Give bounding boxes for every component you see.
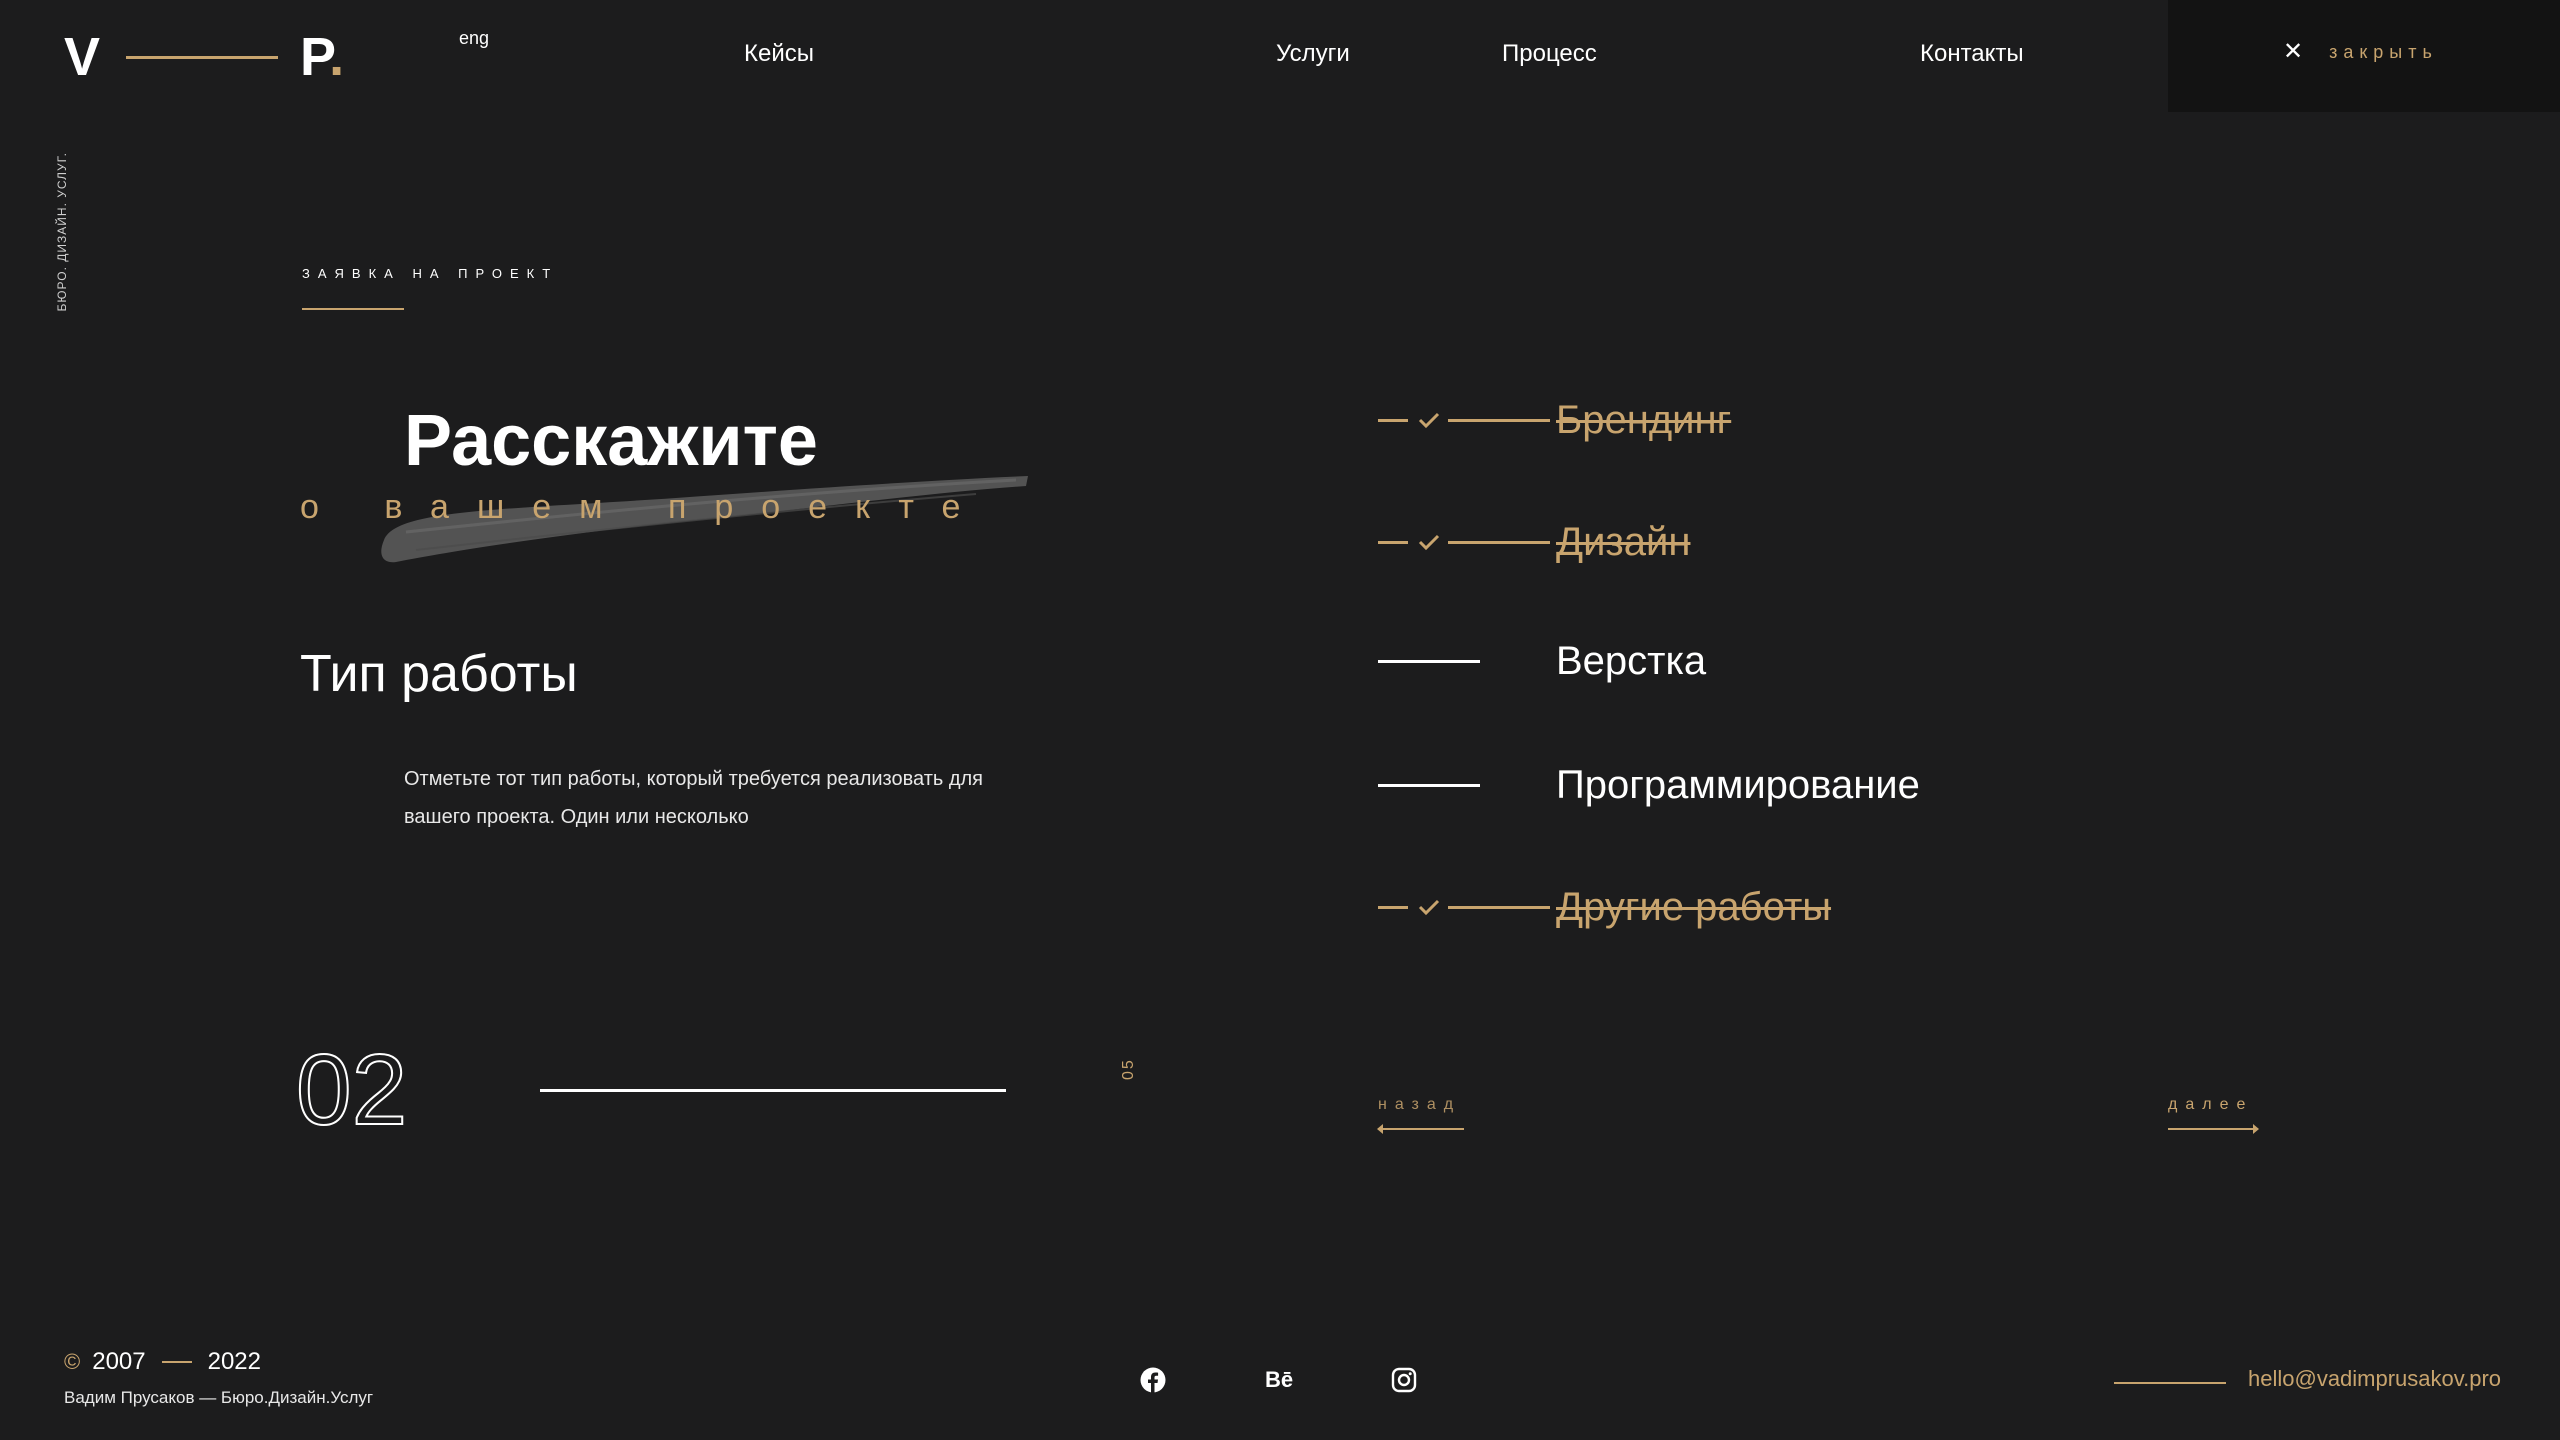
year-dash: [161, 1361, 192, 1363]
progress-line: [540, 1089, 1006, 1092]
footer-subline: Вадим Прусаков — Бюро.Дизайн.Услуг: [64, 1388, 374, 1407]
arrow-right-icon: [2168, 1124, 2259, 1134]
next-label: далее: [2168, 1096, 2254, 1113]
nav-services[interactable]: Услуги: [1276, 40, 1350, 68]
section-title: Тип работы: [300, 645, 578, 703]
year-end: 2022: [207, 1348, 261, 1375]
close-label: закрыть: [2329, 41, 2438, 62]
option-design[interactable]: Дизайн: [1378, 512, 1690, 572]
logo-letter-v: V: [64, 27, 101, 87]
facebook-icon[interactable]: [1139, 1366, 1167, 1394]
back-button[interactable]: назад: [1377, 1096, 1464, 1134]
logo-line: [126, 55, 279, 59]
option-programming[interactable]: Программирование: [1378, 755, 1920, 815]
year-start: 2007: [92, 1348, 146, 1375]
option-checked-mark: [1378, 411, 1550, 429]
instagram-icon[interactable]: [1390, 1366, 1418, 1394]
option-dash: [1378, 783, 1480, 787]
option-label: Верстка: [1556, 638, 1707, 683]
page-title: Расскажите: [404, 401, 818, 481]
option-branding[interactable]: Брендинг: [1378, 390, 1731, 450]
section-description: Отметьте тот тип работы, который требует…: [404, 768, 984, 828]
email-line: [2114, 1382, 2226, 1384]
close-button[interactable]: ✕ закрыть: [2283, 40, 2438, 64]
copyright-symbol: ©: [64, 1349, 81, 1374]
arrow-left-icon: [1377, 1124, 1464, 1134]
email-link[interactable]: hello@vadimprusakov.pro: [2248, 1366, 2501, 1392]
copyright: © 2007 2022: [64, 1348, 261, 1376]
language-switch[interactable]: eng: [459, 28, 489, 49]
page-subtitle: о вашем проекте: [300, 488, 989, 526]
next-button[interactable]: далее: [2168, 1096, 2259, 1134]
option-checked-mark: [1378, 898, 1550, 916]
nav-cases[interactable]: Кейсы: [744, 40, 814, 68]
nav-process[interactable]: Процесс: [1502, 40, 1597, 68]
checkmark-icon: [1418, 412, 1440, 429]
option-label: Программирование: [1556, 762, 1920, 807]
checkmark-icon: [1418, 534, 1440, 551]
option-layout[interactable]: Верстка: [1378, 631, 1706, 691]
option-label: Брендинг: [1556, 397, 1732, 442]
logo-letter-p: P.: [300, 27, 345, 87]
side-vertical-text: БЮРО. ДИЗАЙН. УСЛУГ.: [55, 152, 69, 312]
form-kicker: ЗАЯВКА НА ПРОЕКТ: [302, 266, 559, 281]
behance-icon[interactable]: Bē: [1262, 1366, 1296, 1394]
back-label: назад: [1378, 1096, 1462, 1113]
option-label: Дизайн: [1556, 519, 1691, 564]
logo[interactable]: V P.: [64, 22, 344, 92]
close-icon: ✕: [2283, 38, 2304, 65]
option-label: Другие работы: [1556, 884, 1832, 929]
step-total: 05: [1120, 1058, 1137, 1080]
kicker-underline: [302, 308, 404, 310]
option-checked-mark: [1378, 533, 1550, 551]
step-number: 02: [295, 1034, 408, 1146]
checkmark-icon: [1418, 899, 1440, 916]
nav-contacts[interactable]: Контакты: [1920, 40, 2024, 68]
close-panel: ✕ закрыть: [2168, 0, 2560, 112]
option-other[interactable]: Другие работы: [1378, 877, 1831, 937]
option-dash: [1378, 659, 1480, 663]
